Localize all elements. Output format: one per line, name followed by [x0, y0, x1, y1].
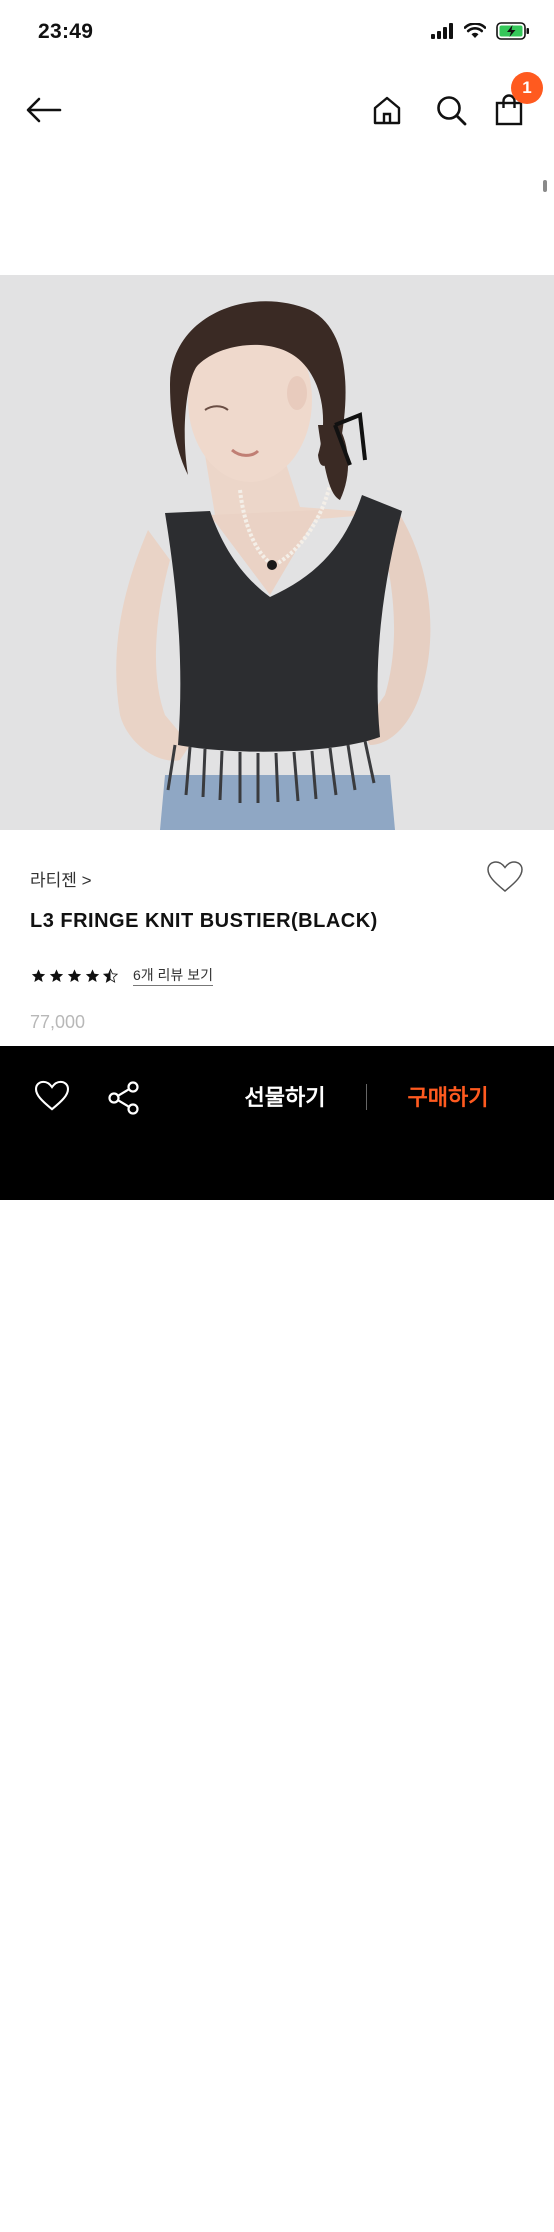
product-image[interactable] [0, 275, 554, 830]
status-icons [430, 22, 530, 40]
status-time: 23:49 [38, 20, 94, 43]
scroll-indicator [543, 180, 547, 192]
share-button[interactable] [106, 1080, 142, 1121]
cellular-signal-icon [431, 23, 453, 39]
buy-button[interactable]: 구매하기 [392, 1080, 504, 1112]
brand-link[interactable]: 라티젠 > [30, 866, 92, 891]
share-icon [108, 1081, 139, 1115]
home-icon [373, 96, 401, 125]
star-full-icon [67, 968, 82, 982]
wifi-icon [464, 23, 486, 38]
home-indicator [178, 2226, 376, 2232]
reviews-link[interactable]: 6개 리뷰 보기 [133, 965, 213, 986]
bottom-wishlist-button[interactable] [34, 1080, 70, 1117]
search-icon [437, 96, 467, 126]
star-rating [30, 967, 119, 984]
battery-charging-icon [496, 22, 529, 40]
star-full-icon [49, 968, 64, 982]
back-button[interactable] [22, 88, 66, 132]
wishlist-button[interactable] [486, 860, 524, 899]
navigation-bar: 1 [0, 66, 554, 156]
product-price: 77,000 [30, 1012, 86, 1032]
home-button[interactable] [365, 88, 409, 132]
heart-outline-icon [487, 861, 523, 892]
gift-button[interactable]: 선물하기 [230, 1080, 340, 1112]
status-bar: 23:49 [0, 0, 554, 66]
star-half-icon [102, 967, 119, 983]
model-photo-illustration [0, 275, 554, 830]
cart-count-badge: 1 [511, 72, 543, 104]
button-divider [366, 1084, 367, 1110]
star-full-icon [31, 968, 46, 982]
bottom-action-bar: 선물하기 구매하기 [0, 1046, 554, 2232]
arrow-left-icon [26, 97, 62, 123]
product-title: L3 FRINGE KNIT BUSTIER(BLACK) [30, 910, 378, 932]
cart-button[interactable]: 1 [487, 72, 543, 132]
rating-row: 6개 리뷰 보기 [30, 965, 213, 986]
heart-outline-icon [34, 1080, 70, 1111]
star-full-icon [85, 968, 100, 982]
search-button[interactable] [429, 88, 473, 132]
